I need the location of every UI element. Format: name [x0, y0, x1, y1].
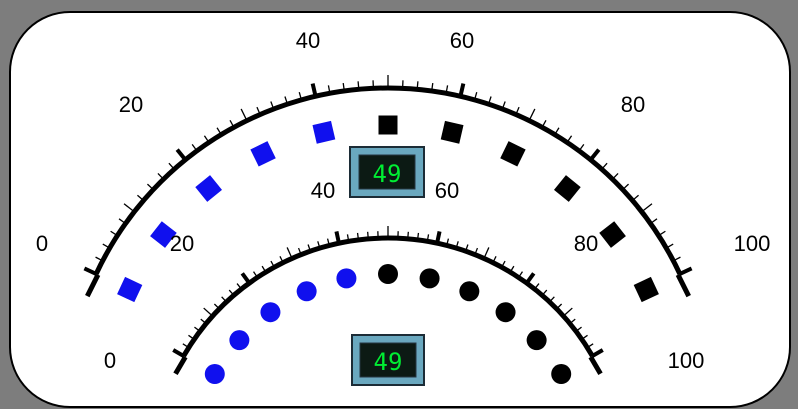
unlit-indicator — [495, 302, 516, 323]
outer-minor-tick — [357, 81, 360, 90]
inner-tick-label: 20 — [170, 231, 194, 256]
inner-tick-label: 40 — [311, 178, 335, 203]
unlit-indicator — [419, 268, 440, 289]
dual-gauge-panel: 0 20 40 60 80 100 49 0 20 40 60 80 100 49 — [0, 0, 798, 409]
lit-indicator — [204, 364, 225, 384]
lit-indicator — [260, 302, 281, 323]
inner-tick-label: 100 — [668, 348, 705, 373]
inner-minor-tick — [356, 232, 360, 240]
outer-tick-label: 20 — [119, 92, 143, 117]
unlit-indicator — [378, 115, 398, 135]
inner-tick-label: 0 — [104, 348, 116, 373]
unlit-indicator — [551, 364, 572, 384]
lit-indicator — [296, 281, 317, 302]
unlit-indicator — [459, 281, 480, 302]
outer-tick-label: 40 — [296, 28, 320, 53]
outer-gauge-readout: 49 — [349, 146, 425, 198]
lit-indicator — [336, 268, 357, 289]
outer-tick-label: 100 — [734, 231, 771, 256]
inner-gauge-readout: 49 — [351, 334, 425, 386]
inner-readout-value: 49 — [374, 348, 403, 376]
outer-tick-label: 60 — [450, 28, 474, 53]
outer-minor-tick — [416, 81, 419, 90]
inner-major-tick — [435, 231, 442, 244]
unlit-indicator — [378, 264, 398, 284]
outer-readout-value: 49 — [373, 160, 402, 188]
outer-major-tick — [310, 83, 318, 97]
inner-major-tick — [334, 231, 341, 244]
outer-tick-label: 0 — [36, 231, 48, 256]
inner-minor-tick — [367, 231, 369, 239]
inner-tick-label: 80 — [574, 231, 598, 256]
inner-tick-label: 60 — [435, 178, 459, 203]
inner-minor-tick — [407, 231, 409, 239]
lit-indicator — [229, 330, 250, 351]
outer-major-tick — [458, 83, 466, 97]
outer-tick-label: 80 — [621, 92, 645, 117]
unlit-indicator — [526, 330, 547, 351]
inner-minor-tick — [416, 232, 420, 240]
